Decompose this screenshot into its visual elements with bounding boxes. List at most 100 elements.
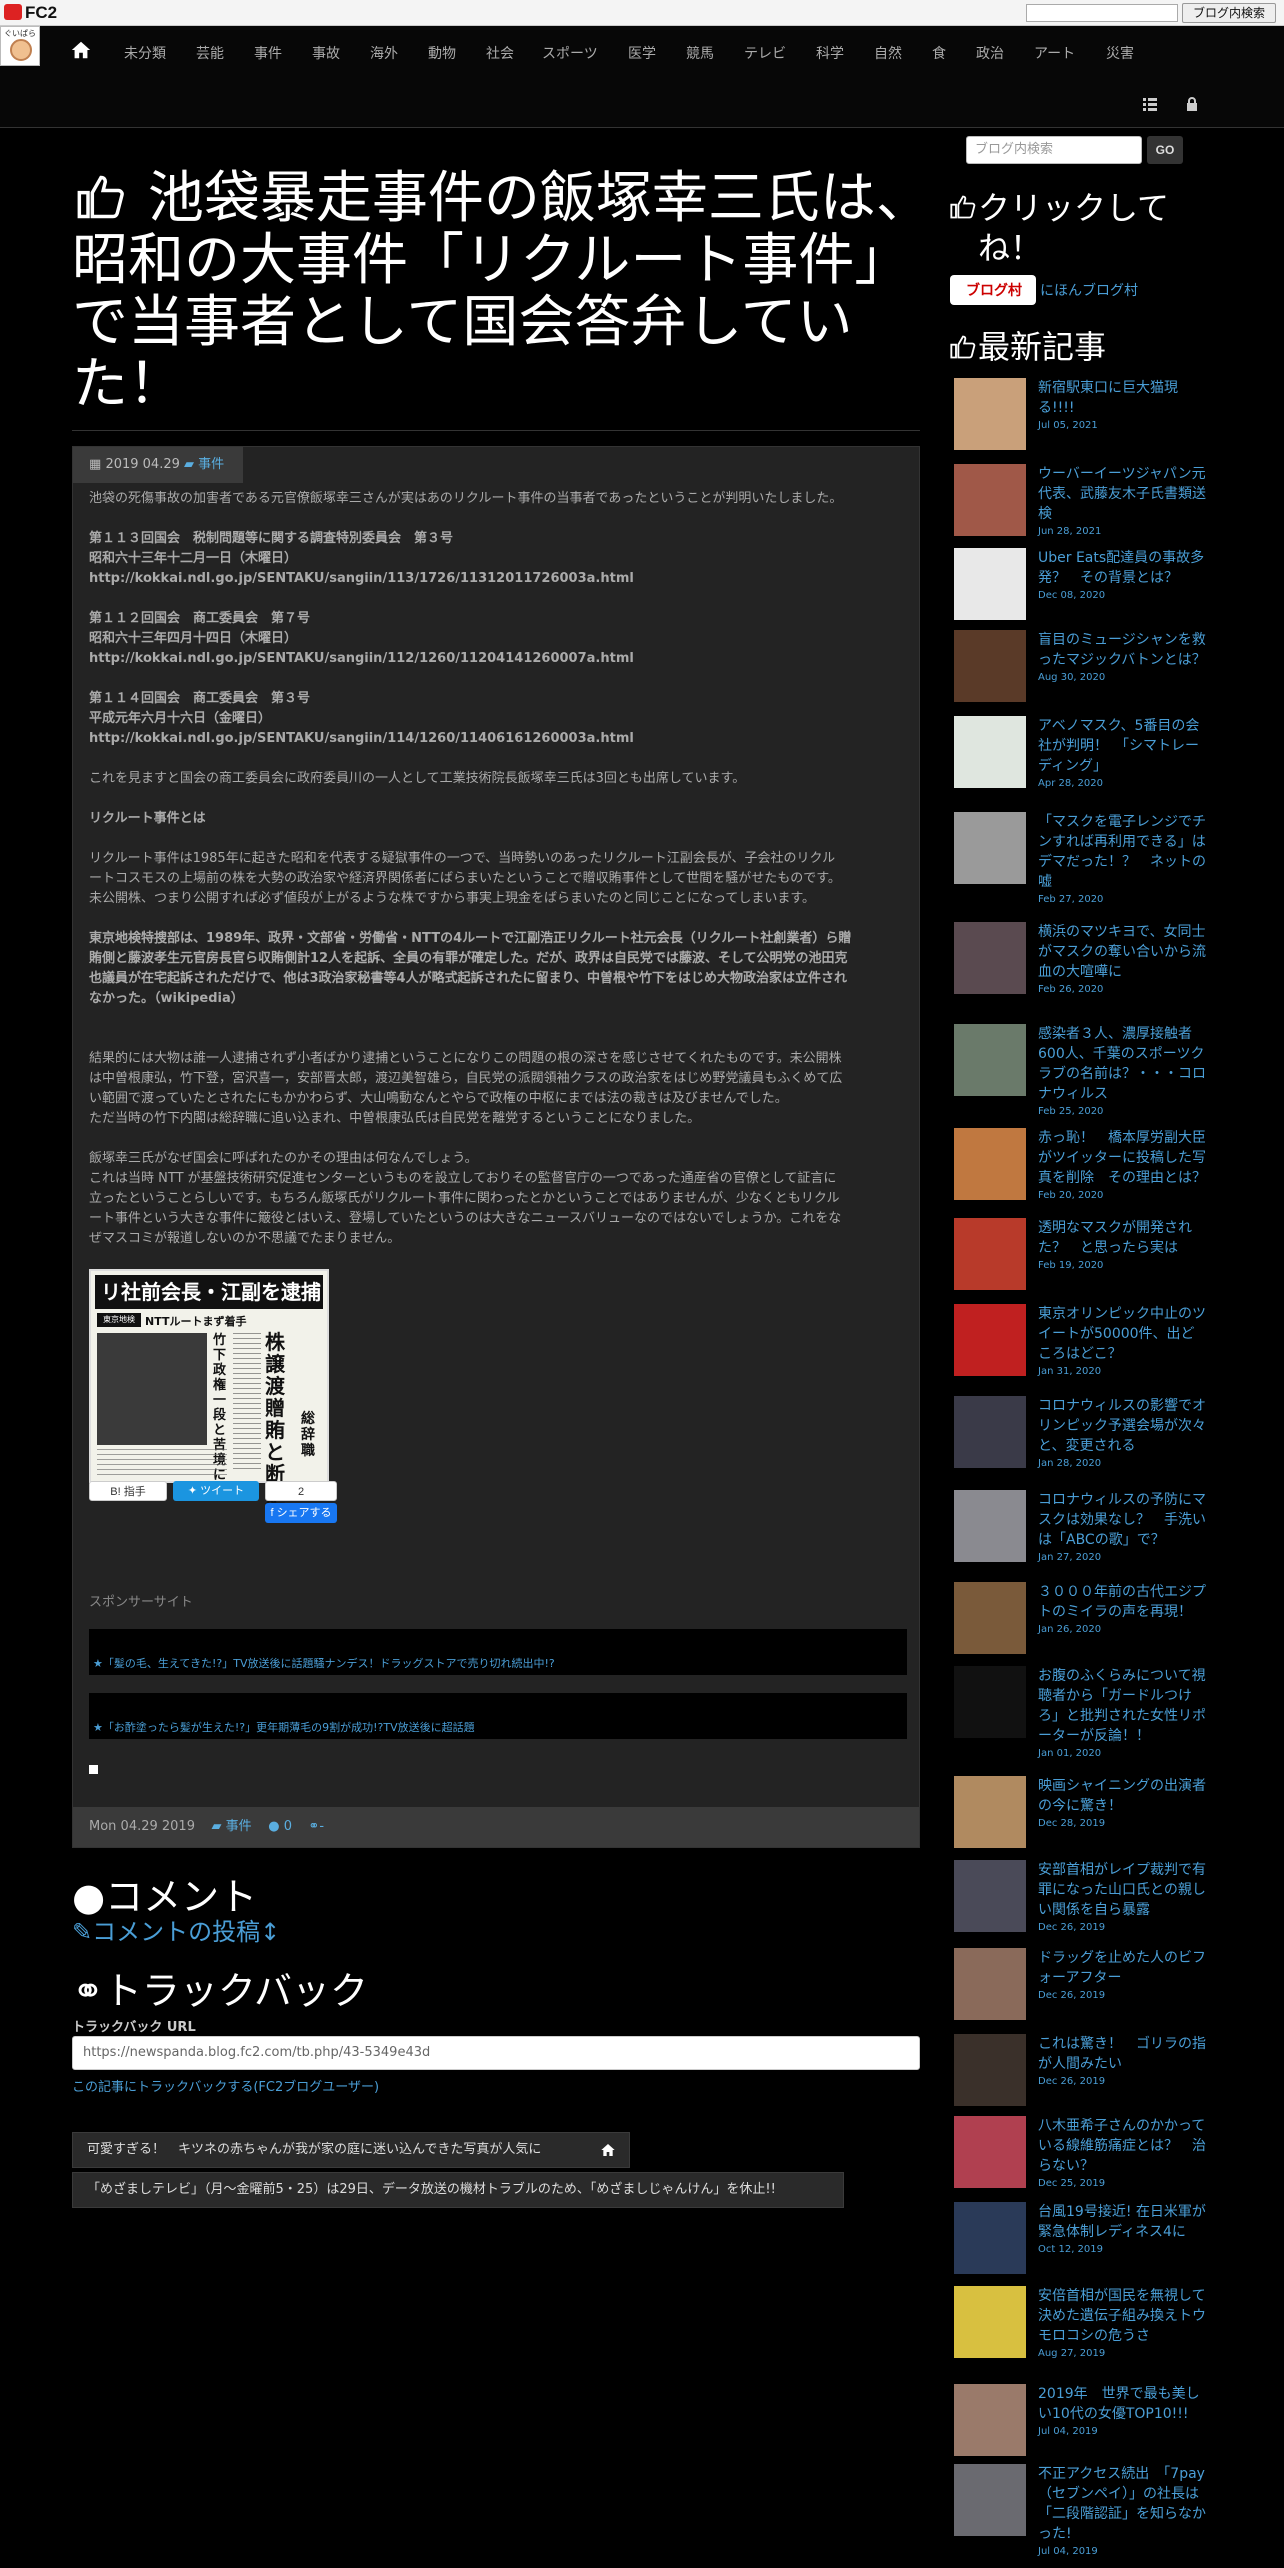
recent-post-date: Feb 25, 2020	[1038, 1106, 1104, 1117]
recent-posts-heading: 最新記事	[948, 322, 1106, 368]
nav-item[interactable]: 政治	[976, 43, 1004, 63]
recent-post-thumbnail[interactable]	[954, 1218, 1026, 1290]
folder-icon: ▰	[211, 1819, 222, 1834]
recent-post-thumbnail[interactable]	[954, 1582, 1026, 1654]
recent-post-title[interactable]: コロナウィルスの予防にマスクは効果なし？ 手洗いは「ABCの歌」で？	[1038, 1490, 1208, 1550]
nav-item[interactable]: スポーツ	[542, 43, 598, 63]
post-comment-link[interactable]: ✎コメントの投稿↕	[72, 1912, 280, 1947]
nav-item[interactable]: 食	[932, 43, 946, 63]
home-icon[interactable]	[70, 39, 92, 61]
category-link[interactable]: 事件	[198, 457, 224, 472]
recent-post-title[interactable]: 「マスクを電子レンジでチンすれば再利用できる」はデマだった！？ ネットの嘘	[1038, 812, 1208, 892]
recent-post-title[interactable]: 盲目のミュージシャンを救ったマジックバトンとは？	[1038, 630, 1208, 670]
fc2-search-button[interactable]: ブログ内検索	[1182, 3, 1276, 23]
recent-post-title[interactable]: 感染者３人、濃厚接触者600人、千葉のスポーツクラブの名前は？・・・コロナウィル…	[1038, 1024, 1208, 1104]
recent-post-thumbnail[interactable]	[954, 548, 1026, 620]
home-icon[interactable]	[599, 2142, 617, 2158]
recent-post-title[interactable]: 不正アクセス続出 「7pay（セブンペイ）」の社長は「二段階認証」を知らなかった…	[1038, 2464, 1208, 2544]
thumbs-up-icon	[950, 335, 976, 359]
recent-post-thumbnail[interactable]	[954, 1128, 1026, 1200]
facebook-share-button[interactable]: f シェアする	[265, 1503, 337, 1523]
hatena-bookmark-button[interactable]: B! 指手	[89, 1481, 167, 1501]
nav-item[interactable]: テレビ	[744, 43, 786, 63]
recent-post-title[interactable]: アベノマスク、5番目の会社が判明！ 「シマトレーディング」	[1038, 716, 1208, 776]
recent-post-thumbnail[interactable]	[954, 1024, 1026, 1096]
fc2-search-input[interactable]	[1026, 4, 1178, 22]
nav-item[interactable]: 動物	[428, 43, 456, 63]
recent-post-thumbnail[interactable]	[954, 716, 1026, 788]
blogmura-banner[interactable]: ブログ村	[950, 275, 1036, 305]
recent-post-thumbnail[interactable]	[954, 2202, 1026, 2274]
recent-post-title[interactable]: 横浜のマツキヨで、女同士がマスクの奪い合いから流血の大喧嘩に	[1038, 922, 1208, 982]
recent-post-thumbnail[interactable]	[954, 922, 1026, 994]
recent-post-date: Oct 12, 2019	[1038, 2244, 1103, 2255]
recent-post-title[interactable]: コロナウィルスの影響でオリンピック予選会場が次々と、変更される	[1038, 1396, 1208, 1456]
recent-post-title[interactable]: 赤っ恥！ 橋本厚労副大臣がツイッターに投稿した写真を削除 その理由とは？	[1038, 1128, 1208, 1188]
recent-post-title[interactable]: 安倍首相が国民を無視して決めた遺伝子組み換えトウモロコシの危うさ	[1038, 2286, 1208, 2346]
recent-post-title[interactable]: ウーバーイーツジャパン元代表、武藤友木子氏書類送検	[1038, 464, 1208, 524]
nav-item[interactable]: 自然	[874, 43, 902, 63]
nav-item[interactable]: 科学	[816, 43, 844, 63]
recent-post-title[interactable]: 新宿駅東口に巨大猫現る!!!!	[1038, 378, 1208, 418]
recent-post-title[interactable]: 安部首相がレイプ裁判で有罪になった山口氏との親しい関係を自ら暴露	[1038, 1860, 1208, 1920]
nav-item[interactable]: 事故	[312, 43, 340, 63]
comment-count-link[interactable]: 0	[284, 1819, 292, 1834]
recent-post-thumbnail[interactable]	[954, 812, 1026, 884]
blog-search-go-button[interactable]: GO	[1147, 136, 1183, 164]
recent-post-thumbnail[interactable]	[954, 378, 1026, 450]
recent-post-title[interactable]: ３０００年前の古代エジプトのミイラの声を再現！	[1038, 1582, 1208, 1622]
recent-post-title[interactable]: ドラッグを止めた人のビフォーアフター	[1038, 1948, 1208, 1988]
recent-post-title[interactable]: 2019年 世界で最も美しい10代の女優TOP10!!!	[1038, 2384, 1208, 2424]
recent-post-thumbnail[interactable]	[954, 1948, 1026, 2020]
nav-item[interactable]: 災害	[1106, 43, 1134, 63]
nav-item[interactable]: 海外	[370, 43, 398, 63]
recent-post-title[interactable]: 八木亜希子さんのかかっている線維筋痛症とは？ 治らない？	[1038, 2116, 1208, 2176]
recent-post-thumbnail[interactable]	[954, 2464, 1026, 2536]
recent-post-thumbnail[interactable]	[954, 2034, 1026, 2106]
nav-item[interactable]: アート	[1034, 43, 1075, 63]
recent-post-thumbnail[interactable]	[954, 464, 1026, 536]
fc2-trackback-link[interactable]: この記事にトラックバックする(FC2ブログユーザー)	[72, 2076, 379, 2095]
prev-article-link[interactable]: 可愛すぎる！ キツネの赤ちゃんが我が家の庭に迷い込んできた写真が人気に	[72, 2132, 630, 2168]
recent-post-thumbnail[interactable]	[954, 1666, 1026, 1738]
tweet-button[interactable]: ✦ ツイート	[173, 1481, 259, 1501]
recent-post-title[interactable]: Uber Eats配達員の事故多発？ その背景とは？	[1038, 548, 1208, 588]
recent-post-thumbnail[interactable]	[954, 2286, 1026, 2358]
recent-post-thumbnail[interactable]	[954, 630, 1026, 702]
fc2-logo[interactable]: FC2	[4, 3, 57, 23]
recent-post-thumbnail[interactable]	[954, 1304, 1026, 1376]
recent-post-thumbnail[interactable]	[954, 1776, 1026, 1848]
recent-post-date: Feb 19, 2020	[1038, 1260, 1104, 1271]
recent-post-title[interactable]: 東京オリンピック中止のツイートが50000件、出どころはどこ？	[1038, 1304, 1208, 1364]
nav-item[interactable]: 未分類	[124, 43, 166, 63]
article-paragraph: 結果的には大物は誰一人逮捕されず小者ばかり逮捕ということになりこの問題の根の深さ…	[89, 1051, 843, 1126]
blog-search-input[interactable]: ブログ内検索	[966, 136, 1142, 164]
nav-item[interactable]: 社会	[486, 43, 514, 63]
recent-post-title[interactable]: お腹のふくらみについて視聴者から「ガードルつけろ」と批判された女性リポーターが反…	[1038, 1666, 1208, 1746]
nav-item[interactable]: 競馬	[686, 43, 714, 63]
recent-post-title[interactable]: 映画シャイニングの出演者の今に驚き！	[1038, 1776, 1208, 1816]
recent-post-date: Jun 28, 2021	[1038, 526, 1102, 537]
next-article-link[interactable]: 「めざましテレビ」（月～金曜前5・25）は29日、データ放送の機材トラブルのため…	[72, 2172, 844, 2208]
recent-post-thumbnail[interactable]	[954, 2384, 1026, 2456]
recent-post-title[interactable]: 台風19号接近! 在日米軍が緊急体制レディネス4に	[1038, 2202, 1208, 2242]
nav-item[interactable]: 芸能	[196, 43, 224, 63]
recent-post-thumbnail[interactable]	[954, 1860, 1026, 1932]
recent-post-title[interactable]: 透明なマスクが開発された？ と思ったら実は	[1038, 1218, 1208, 1258]
thumbs-up-icon	[77, 175, 124, 219]
nav-item[interactable]: 医学	[628, 43, 656, 63]
list-icon[interactable]	[1142, 96, 1158, 112]
trackback-count-link[interactable]: -	[319, 1819, 324, 1834]
footer-category-link[interactable]: 事件	[226, 1819, 252, 1834]
lock-icon[interactable]	[1184, 96, 1200, 112]
recent-post-thumbnail[interactable]	[954, 2116, 1026, 2188]
trackback-url-field[interactable]: https://newspanda.blog.fc2.com/tb.php/43…	[72, 2036, 920, 2070]
sponsor-ad[interactable]: ★「髪の毛、生えてきた!?」TV放送後に話題騒ナンデス！ドラッグストアで売り切れ…	[89, 1629, 907, 1675]
recent-post-thumbnail[interactable]	[954, 1396, 1026, 1468]
recent-post-thumbnail[interactable]	[954, 1490, 1026, 1562]
nav-item[interactable]: 事件	[254, 43, 282, 63]
sponsor-ad[interactable]: ★「お酢塗ったら髪が生えた!?」更年期薄毛の9割が成功!?TV放送後に超話題	[89, 1693, 907, 1739]
recent-post-title[interactable]: これは驚き！ ゴリラの指が人間みたい	[1038, 2034, 1208, 2074]
blogmura-link[interactable]: にほんブログ村	[1040, 280, 1138, 300]
site-logo[interactable]: ぐいぱら	[0, 26, 40, 66]
